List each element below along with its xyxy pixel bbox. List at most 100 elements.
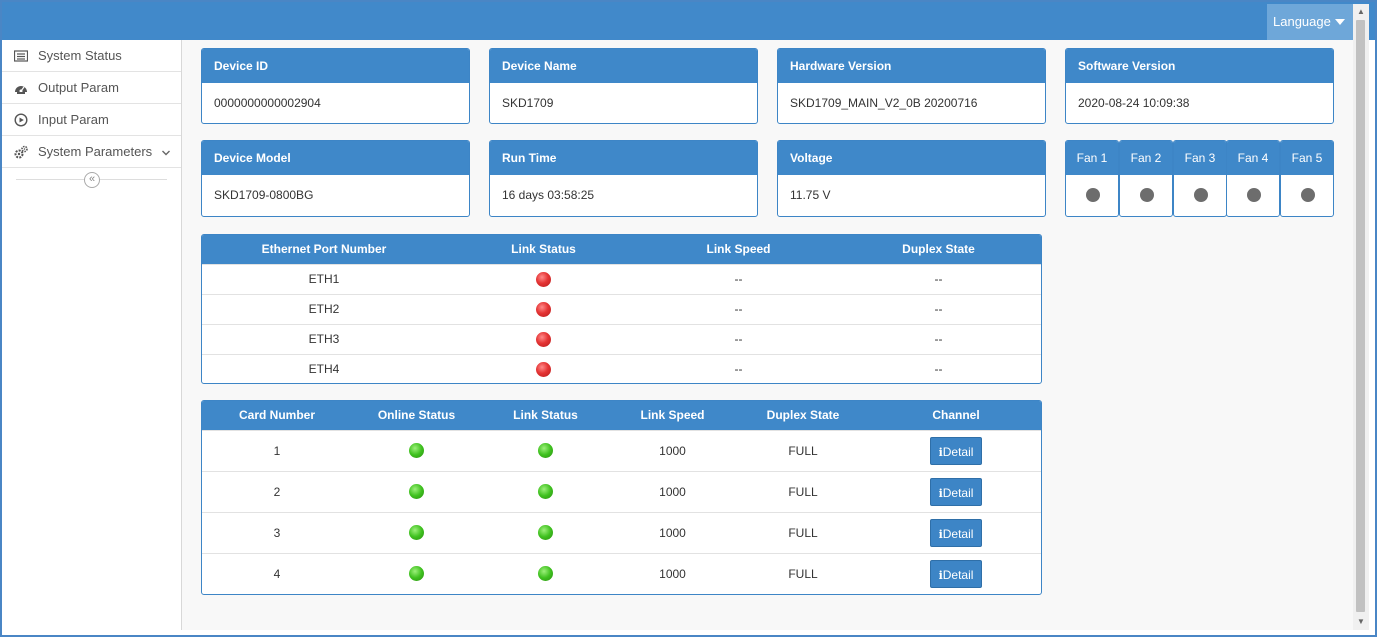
device-name-card: Device Name SKD1709 xyxy=(489,48,758,124)
port-number: ETH1 xyxy=(202,263,446,294)
link-speed: -- xyxy=(641,323,836,354)
sidebar-item-label: Output Param xyxy=(38,80,119,95)
link-speed: -- xyxy=(641,263,836,294)
link-status-cell xyxy=(481,470,610,512)
duplex-state: -- xyxy=(836,263,1041,294)
column-header: Channel xyxy=(871,401,1041,430)
duplex-state: FULL xyxy=(735,429,871,471)
sidebar-item-system-parameters[interactable]: System Parameters xyxy=(2,136,181,168)
link-down-indicator xyxy=(536,271,551,287)
online-status-cell xyxy=(352,511,481,553)
scroll-up-icon[interactable]: ▲ xyxy=(1353,4,1369,20)
table-row: ETH2 -- -- xyxy=(202,293,1041,324)
channel-cell: iDetail xyxy=(871,552,1041,594)
column-header: Link Speed xyxy=(610,401,735,430)
main-content: Device ID 0000000000002904 Device Name S… xyxy=(182,40,1353,630)
card-number: 2 xyxy=(202,470,352,512)
column-header: Card Number xyxy=(202,401,352,430)
card-number: 4 xyxy=(202,552,352,594)
channel-cell: iDetail xyxy=(871,511,1041,553)
link-status-cell xyxy=(446,323,641,354)
card-number: 3 xyxy=(202,511,352,553)
fan-status-indicator xyxy=(1247,188,1261,202)
sidebar-item-output-param[interactable]: Output Param xyxy=(2,72,181,104)
card-title: Hardware Version xyxy=(778,49,1045,83)
sidebar-item-input-param[interactable]: Input Param xyxy=(2,104,181,136)
channel-cell: iDetail xyxy=(871,429,1041,471)
card-value: 11.75 V xyxy=(790,188,831,202)
detail-button[interactable]: iDetail xyxy=(930,436,982,465)
column-header: Link Status xyxy=(446,235,641,264)
link-status-cell xyxy=(446,353,641,383)
detail-label: Detail xyxy=(942,485,974,500)
card-title: Device Model xyxy=(202,141,469,175)
sidebar-item-label: System Parameters xyxy=(38,144,153,159)
fan-4: Fan 4 xyxy=(1226,140,1280,217)
run-time-card: Run Time 16 days 03:58:25 xyxy=(489,140,758,217)
hardware-version-card: Hardware Version SKD1709_MAIN_V2_0B 2020… xyxy=(777,48,1046,124)
duplex-state: -- xyxy=(836,293,1041,324)
column-header: Link Status xyxy=(481,401,610,430)
card-title: Run Time xyxy=(490,141,757,175)
detail-label: Detail xyxy=(942,444,974,459)
link-down-indicator xyxy=(536,331,551,347)
device-model-card: Device Model SKD1709-0800BG xyxy=(201,140,470,217)
collapse-sidebar-icon[interactable]: « xyxy=(84,172,100,188)
link-speed: 1000 xyxy=(610,511,735,553)
fan-1: Fan 1 xyxy=(1065,140,1119,217)
table-row: ETH4 -- -- xyxy=(202,353,1041,383)
link-status-cell xyxy=(481,429,610,471)
duplex-state: FULL xyxy=(735,552,871,594)
detail-button[interactable]: iDetail xyxy=(930,559,982,588)
card-value: SKD1709-0800BG xyxy=(214,188,314,202)
online-indicator xyxy=(409,484,424,500)
link-up-indicator xyxy=(538,566,553,582)
caret-down-icon xyxy=(1335,19,1345,25)
ethernet-port-table: Ethernet Port Number Link Status Link Sp… xyxy=(201,234,1042,384)
duplex-state: FULL xyxy=(735,470,871,512)
online-indicator xyxy=(409,443,424,459)
device-id-card: Device ID 0000000000002904 xyxy=(201,48,470,124)
link-speed: 1000 xyxy=(610,429,735,471)
sidebar-collapse-row: « xyxy=(2,168,181,190)
duplex-state: -- xyxy=(836,353,1041,383)
sidebar-item-label: System Status xyxy=(38,48,122,63)
card-title: Voltage xyxy=(778,141,1045,175)
fan-3: Fan 3 xyxy=(1173,140,1227,217)
detail-button[interactable]: iDetail xyxy=(930,518,982,547)
scroll-down-icon[interactable]: ▼ xyxy=(1353,614,1369,630)
fan-status-indicator xyxy=(1301,188,1315,202)
output-gauge-icon xyxy=(15,86,27,94)
card-value: 16 days 03:58:25 xyxy=(502,188,595,202)
table-row: 4 1000 FULL iDetail xyxy=(202,552,1041,594)
fan-2: Fan 2 xyxy=(1119,140,1173,217)
fan-label: Fan 3 xyxy=(1174,141,1226,175)
sidebar-item-system-status[interactable]: System Status xyxy=(2,40,181,72)
software-version-card: Software Version 2020-08-24 10:09:38 xyxy=(1065,48,1334,124)
fan-label: Fan 1 xyxy=(1066,141,1118,175)
gears-icon xyxy=(14,145,28,159)
card-value: SKD1709 xyxy=(502,96,554,110)
link-status-cell xyxy=(481,552,610,594)
top-bar xyxy=(2,2,1375,40)
duplex-state: FULL xyxy=(735,511,871,553)
fan-status-group: Fan 1 Fan 2 Fan 3 Fan 4 Fan 5 xyxy=(1065,140,1334,217)
vertical-scrollbar[interactable]: ▲ ▼ xyxy=(1353,4,1369,630)
card-value: SKD1709_MAIN_V2_0B 20200716 xyxy=(790,96,978,110)
duplex-state: -- xyxy=(836,323,1041,354)
table-row: 1 1000 FULL iDetail xyxy=(202,429,1041,471)
fan-label: Fan 5 xyxy=(1281,141,1333,175)
table-row: 3 1000 FULL iDetail xyxy=(202,511,1041,553)
port-number: ETH4 xyxy=(202,353,446,383)
column-header: Link Speed xyxy=(641,235,836,264)
port-number: ETH3 xyxy=(202,323,446,354)
detail-label: Detail xyxy=(942,567,974,582)
detail-button[interactable]: iDetail xyxy=(930,477,982,506)
scrollbar-thumb[interactable] xyxy=(1356,20,1365,612)
table-header-row: Card Number Online Status Link Status Li… xyxy=(202,401,1041,430)
chevron-down-icon xyxy=(161,136,171,168)
link-speed: -- xyxy=(641,293,836,324)
language-dropdown[interactable]: Language xyxy=(1267,4,1353,40)
card-title: Software Version xyxy=(1066,49,1333,83)
online-status-cell xyxy=(352,470,481,512)
